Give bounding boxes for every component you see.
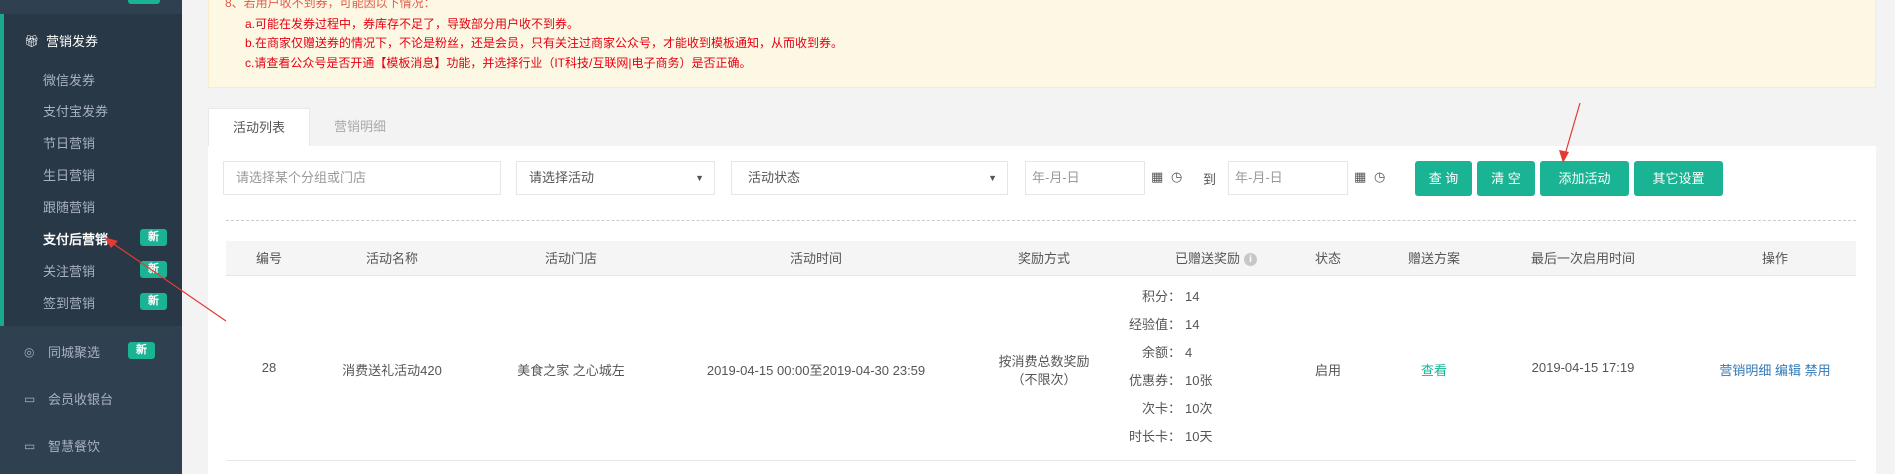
tab-activity-list[interactable]: 活动列表 [208, 108, 311, 146]
gift-icon: 🎁︎ [24, 33, 40, 48]
reward-key: 时长卡： [1128, 429, 1181, 444]
activity-select-value: 请选择活动 [529, 170, 595, 185]
col-header-last-enabled: 最后一次启用时间 [1530, 251, 1636, 266]
sidebar-item-after-pay[interactable]: 支付后营销 [43, 229, 108, 248]
cell-reward-type: 按消费总数奖励 [998, 354, 1090, 369]
sidebar-group-head[interactable]: 🎁︎ 营销发券 [24, 31, 98, 50]
group-store-input[interactable]: 请选择某个分组或门店 [223, 161, 501, 195]
scrollbar-track[interactable] [1880, 0, 1895, 474]
reward-line: 优惠券： 10张 [1119, 370, 1212, 389]
cell-status: 启用 [1314, 363, 1342, 378]
sidebar-item-alipay-coupon[interactable]: 支付宝发券 [43, 101, 108, 120]
new-badge: 新 [128, 342, 155, 359]
new-badge: 新 [140, 261, 167, 278]
date-to-input[interactable]: 年-月-日 [1228, 161, 1348, 195]
caret-down-icon: ▼ [695, 173, 704, 183]
row-divider [226, 460, 1856, 461]
reward-line: 次卡： 10次 [1119, 398, 1212, 417]
marketing-detail-link[interactable]: 营销明细 [1719, 363, 1771, 378]
calendar-icon[interactable]: ▦ [1354, 169, 1366, 185]
sidebar-item-follow-up[interactable]: 跟随营销 [43, 197, 95, 216]
sidebar-item-label: 同城聚选 [48, 345, 101, 360]
reward-key: 余额： [1141, 345, 1181, 360]
col-header-time: 活动时间 [789, 251, 843, 266]
sidebar-item-label: 智慧餐饮 [48, 439, 101, 454]
sidebar-group-label: 营销发券 [46, 34, 99, 49]
reward-value: 14 [1185, 317, 1200, 332]
sidebar-item-cashier[interactable]: ▭ 会员收银台 [24, 389, 113, 408]
table-header: 编号 活动名称 活动门店 活动时间 奖励方式 已赠送奖励 i 状态 赠送方案 最后… [226, 241, 1856, 276]
notice-box: 8、若用户收不到券，可能因以下情况： a.可能在发券过程中，券库存不足了，导致部… [208, 0, 1876, 88]
view-plan-link[interactable]: 查看 [1421, 360, 1447, 379]
sidebar: 🎁︎ 营销发券 微信发券 支付宝发券 节日营销 生日营销 跟随营销 支付后营销 … [0, 0, 182, 474]
col-header-rewards-label: 已赠送奖励 [1174, 251, 1241, 266]
reward-line: 积分： 14 [1119, 286, 1199, 305]
status-select[interactable]: 活动状态 ▼ [731, 161, 1008, 195]
cell-reward-type-note: （不限次） [1011, 372, 1077, 387]
laptop-icon: ▭ [24, 438, 36, 453]
new-badge: 新 [140, 229, 167, 246]
cell-time: 2019-04-15 00:00至2019-04-30 23:59 [706, 363, 926, 378]
sidebar-item-birthday[interactable]: 生日营销 [43, 165, 95, 184]
status-select-value: 活动状态 [748, 170, 801, 185]
clock-icon[interactable]: ◷ [1374, 169, 1385, 185]
col-header-rewards: 已赠送奖励 i [1174, 241, 1258, 276]
col-header-name: 活动名称 [365, 251, 419, 266]
info-icon[interactable]: i [1244, 253, 1258, 267]
sidebar-item-smart-dining[interactable]: ▭ 智慧餐饮 [24, 436, 100, 455]
sidebar-item-subscribe[interactable]: 关注营销 [43, 261, 95, 280]
date-range-to-label: 到 [1203, 172, 1217, 187]
sidebar-item-wechat-coupon[interactable]: 微信发券 [43, 70, 95, 89]
reward-key: 次卡： [1141, 401, 1181, 416]
sidebar-item-local-select[interactable]: ◎ 同城聚选 [24, 342, 100, 361]
reward-line: 经验值： 14 [1119, 314, 1199, 333]
clock-icon[interactable]: ◷ [1171, 169, 1182, 185]
tab-bar: 活动列表 营销明细 [208, 108, 410, 146]
reward-value: 10张 [1185, 373, 1213, 388]
caret-down-icon: ▼ [988, 173, 997, 183]
cell-last-enabled: 2019-04-15 17:19 [1531, 360, 1635, 375]
divider [226, 220, 1856, 221]
col-header-reward-type: 奖励方式 [1017, 251, 1071, 266]
date-from-input[interactable]: 年-月-日 [1025, 161, 1145, 195]
reward-line: 时长卡： 10天 [1119, 426, 1212, 445]
col-header-actions: 操作 [1761, 251, 1789, 266]
sidebar-top-badge [128, 0, 160, 4]
other-settings-button[interactable]: 其它设置 [1634, 161, 1723, 196]
col-header-store: 活动门店 [544, 251, 598, 266]
sidebar-item-holiday[interactable]: 节日营销 [43, 133, 95, 152]
cell-name: 消费送礼活动420 [342, 363, 442, 378]
tab-marketing-detail[interactable]: 营销明细 [310, 108, 410, 146]
reward-value: 4 [1185, 345, 1193, 360]
add-activity-button[interactable]: 添加活动 [1540, 161, 1629, 196]
reward-key: 经验值： [1128, 317, 1181, 332]
reward-line: 余额： 4 [1119, 342, 1192, 361]
col-header-plan: 赠送方案 [1407, 251, 1461, 266]
sidebar-item-checkin[interactable]: 签到营销 [43, 293, 95, 312]
col-header-status: 状态 [1314, 251, 1342, 266]
reward-value: 10天 [1185, 429, 1213, 444]
new-badge: 新 [140, 293, 167, 310]
calendar-icon[interactable]: ▦ [1151, 169, 1163, 185]
reward-key: 积分： [1141, 289, 1181, 304]
laptop-icon: ▭ [24, 391, 36, 406]
notice-line: 8、若用户收不到券，可能因以下情况： [225, 0, 436, 10]
disable-link[interactable]: 禁用 [1805, 363, 1831, 378]
activity-select[interactable]: 请选择活动 ▼ [516, 161, 715, 195]
reward-value: 10次 [1185, 401, 1213, 416]
circle-icon: ◎ [24, 344, 35, 359]
notice-line: b.在商家仅赠送券的情况下，不论是粉丝，还是会员，只有关注过商家公众号，才能收到… [245, 36, 844, 50]
cell-id: 28 [261, 360, 277, 375]
col-header-id: 编号 [255, 251, 283, 266]
sidebar-item-label: 会员收银台 [48, 392, 114, 407]
notice-line: c.请查看公众号是否开通【模板消息】功能，并选择行业（IT科技/互联网|电子商务… [245, 56, 752, 70]
cell-actions: 营销明细 编辑 禁用 [1719, 360, 1830, 379]
reward-key: 优惠券： [1128, 373, 1181, 388]
clear-button[interactable]: 清 空 [1477, 161, 1535, 196]
cell-store: 美食之家 之心城左 [517, 363, 625, 378]
query-button[interactable]: 查 询 [1415, 161, 1472, 196]
notice-line: a.可能在发券过程中，券库存不足了，导致部分用户收不到券。 [245, 17, 580, 31]
reward-value: 14 [1185, 289, 1200, 304]
edit-link[interactable]: 编辑 [1775, 363, 1801, 378]
